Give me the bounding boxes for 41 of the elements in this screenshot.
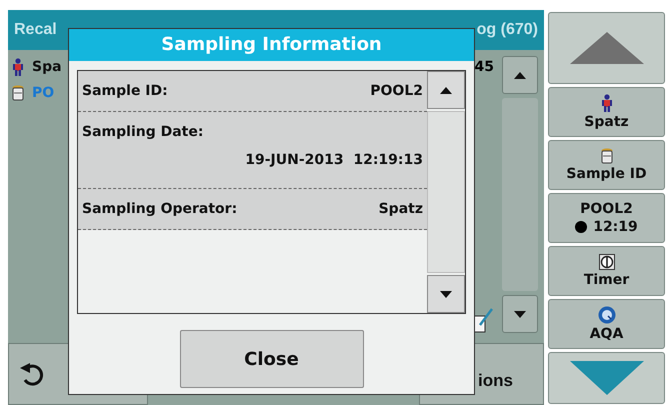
screen-title: Recal [14,21,57,39]
person-button[interactable]: Spatz [548,87,665,137]
magnifier-icon [596,306,616,324]
down-triangle-icon [568,360,644,396]
button-label: AQA [590,326,624,342]
timer-button[interactable]: Timer [548,246,665,296]
person-icon [600,94,612,112]
data-log-count: og (670) [476,21,538,39]
down-triangle-icon [514,310,526,318]
scroll-up-button[interactable] [502,56,538,94]
button-label: Timer [584,272,630,288]
sample-name: POOL2 [580,201,633,217]
field-value: POOL2 [370,83,423,99]
field-label: Sampling Operator: [82,201,238,217]
up-triangle-icon [440,86,452,94]
sample-time: 12:19 [593,219,638,235]
field-value: 19-JUN-2013 12:19:13 [245,152,423,168]
person-icon [12,58,24,76]
field-label: Sampling Date: [82,124,204,140]
container-icon [600,148,612,164]
down-triangle-icon [440,290,452,298]
scroll-down-button[interactable] [427,275,465,313]
container-icon [12,85,24,101]
up-triangle-icon [568,31,644,65]
undo-arrow-icon [19,362,45,386]
field-value: Spatz [378,201,423,217]
scroll-up-button[interactable] [427,71,465,109]
field-label: Sample ID: [82,83,168,99]
sample-button[interactable]: POOL2 12:19 [548,193,665,243]
aqa-button[interactable]: AQA [548,299,665,349]
list-item[interactable]: Spa [32,59,62,75]
button-label: Sample ID [566,166,647,182]
close-button[interactable]: Close [180,330,364,388]
dot-icon [575,221,588,233]
scroll-down-button[interactable] [502,295,538,333]
up-triangle-icon [514,72,526,78]
timer-icon [598,254,614,270]
vial-button[interactable]: Sample ID [548,140,665,190]
dialog-title: Sampling Information [69,29,474,61]
list-value: 45 [474,59,495,75]
button-label: Spatz [584,114,629,130]
